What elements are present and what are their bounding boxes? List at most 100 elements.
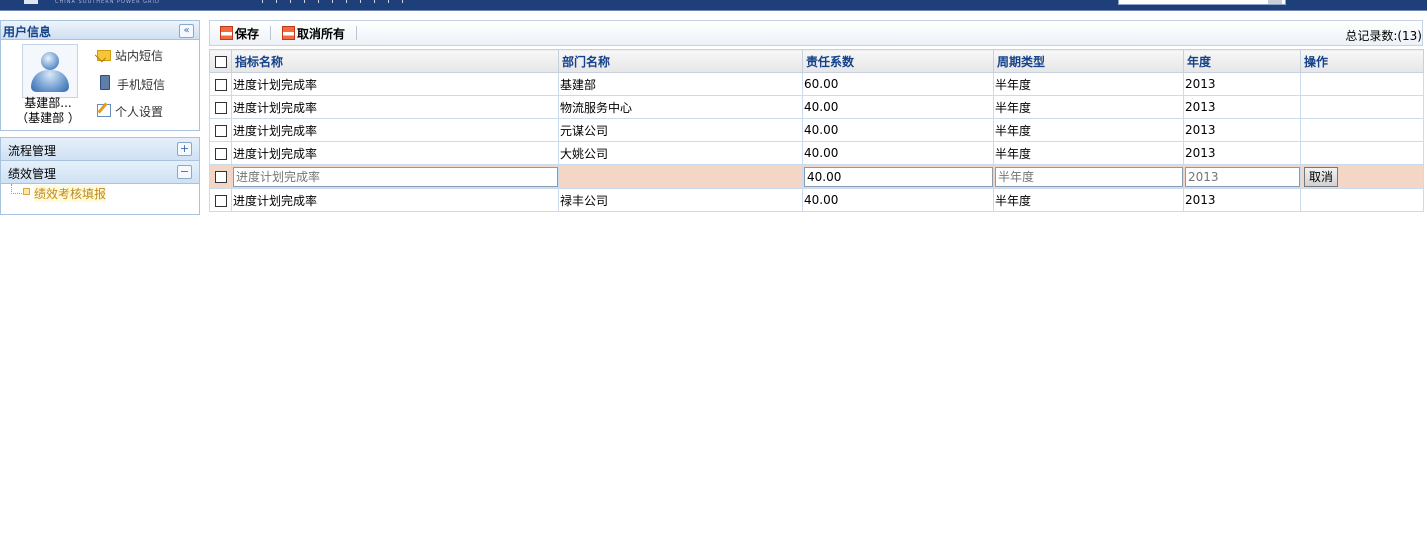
mobile-phone-icon <box>100 75 110 90</box>
toolbar-divider <box>270 26 271 40</box>
nav-process-management-label: 流程管理 <box>8 144 57 158</box>
row-checkbox[interactable] <box>214 124 227 137</box>
cell-indicator: 进度计划完成率 <box>231 118 559 142</box>
table-row[interactable]: 进度计划完成率 大姚公司 40.00 半年度 2013 <box>209 141 1424 165</box>
app-header: CHINA SOUTHERN POWER GRID <box>0 0 1427 11</box>
table-row[interactable]: 进度计划完成率 物流服务中心 40.00 半年度 2013 <box>209 95 1424 119</box>
collapse-panel-button[interactable]: « <box>179 24 194 38</box>
cell-coefficient: 60.00 <box>802 72 994 96</box>
user-name: 基建部... （基建部 ） <box>11 96 85 126</box>
col-header-year[interactable]: 年度 <box>1183 49 1301 73</box>
grid-header-row: 指标名称 部门名称 责任系数 周期类型 年度 操作 <box>209 49 1424 73</box>
editing-row[interactable]: 取消 <box>209 164 1424 189</box>
nav-performance-tree: 绩效考核填报 <box>0 184 200 215</box>
cell-operation <box>1300 72 1424 96</box>
cancel-all-button[interactable]: 取消所有 <box>282 25 345 42</box>
cell-operation-edit: 取消 <box>1300 164 1424 189</box>
edit-icon <box>97 104 111 117</box>
user-info-box: 基建部... （基建部 ） 站内短信 手机短信 个人设置 <box>0 40 200 131</box>
menu-sms[interactable]: 手机短信 <box>97 75 165 93</box>
user-name-line2: （基建部 ） <box>16 111 80 125</box>
table-row[interactable]: 进度计划完成率 禄丰公司 40.00 半年度 2013 <box>209 188 1424 212</box>
cell-coefficient: 40.00 <box>802 95 994 119</box>
row-checkbox-cell[interactable] <box>209 72 232 96</box>
select-all-checkbox[interactable] <box>209 49 232 73</box>
logo <box>24 0 38 4</box>
cell-indicator: 进度计划完成率 <box>231 95 559 119</box>
toolbar: 保存 取消所有 总记录数:(13) <box>209 20 1423 46</box>
collapse-icon[interactable]: − <box>177 165 192 179</box>
cell-year: 2013 <box>1183 188 1301 212</box>
main-content: 保存 取消所有 总记录数:(13) 指标名称 部门名称 责任系数 周期类型 年度… <box>209 20 1424 212</box>
cell-period-type: 半年度 <box>993 72 1184 96</box>
col-header-department[interactable]: 部门名称 <box>558 49 803 73</box>
col-header-coefficient[interactable]: 责任系数 <box>802 49 994 73</box>
left-panel: 用户信息 « 基建部... （基建部 ） 站内短信 手机短信 个人设置 流程管理… <box>0 20 200 215</box>
row-checkbox-cell[interactable] <box>209 141 232 165</box>
search-input[interactable] <box>1118 0 1286 5</box>
row-checkbox-cell[interactable] <box>209 188 232 212</box>
cell-coefficient: 40.00 <box>802 188 994 212</box>
top-nav[interactable] <box>262 0 412 3</box>
data-grid: 指标名称 部门名称 责任系数 周期类型 年度 操作 进度计划完成率 基建部 60… <box>209 49 1424 212</box>
cell-indicator: 进度计划完成率 <box>231 188 559 212</box>
cell-period-type-edit <box>993 164 1184 189</box>
cancel-all-icon <box>282 26 295 40</box>
row-checkbox[interactable] <box>214 171 227 183</box>
cell-operation <box>1300 118 1424 142</box>
row-checkbox[interactable] <box>214 147 227 160</box>
row-checkbox-cell[interactable] <box>209 164 232 189</box>
user-info-header: 用户信息 « <box>0 20 200 40</box>
avatar-head-icon <box>41 52 59 70</box>
cell-year: 2013 <box>1183 141 1301 165</box>
cell-department: 大姚公司 <box>558 141 803 165</box>
menu-internal-message[interactable]: 站内短信 <box>97 47 163 64</box>
cancel-edit-button[interactable]: 取消 <box>1304 166 1339 187</box>
cell-operation <box>1300 188 1424 212</box>
cancel-all-button-label: 取消所有 <box>297 27 346 41</box>
cell-coefficient-edit <box>802 164 994 189</box>
cell-coefficient: 40.00 <box>802 118 994 142</box>
user-info-title: 用户信息 <box>3 25 52 39</box>
row-checkbox[interactable] <box>214 194 227 207</box>
period-type-input[interactable] <box>995 166 1183 187</box>
avatar-body-icon <box>31 70 69 92</box>
nav-performance-management[interactable]: 绩效管理 − <box>0 161 200 184</box>
year-input[interactable] <box>1185 166 1300 187</box>
search-button[interactable] <box>1268 0 1282 4</box>
cell-department-edit <box>558 164 803 189</box>
table-row[interactable]: 进度计划完成率 元谋公司 40.00 半年度 2013 <box>209 118 1424 142</box>
user-name-line1: 基建部... <box>24 96 72 110</box>
checkbox[interactable] <box>214 55 227 68</box>
cell-department: 禄丰公司 <box>558 188 803 212</box>
cell-department: 元谋公司 <box>558 118 803 142</box>
save-button[interactable]: 保存 <box>220 25 259 42</box>
col-header-period-type[interactable]: 周期类型 <box>993 49 1184 73</box>
toolbar-divider <box>356 26 357 40</box>
nav-process-management[interactable]: 流程管理 + <box>0 137 200 161</box>
cell-coefficient: 40.00 <box>802 141 994 165</box>
indicator-input[interactable] <box>233 166 558 187</box>
table-row[interactable]: 进度计划完成率 基建部 60.00 半年度 2013 <box>209 72 1424 96</box>
row-checkbox-cell[interactable] <box>209 95 232 119</box>
cell-department: 基建部 <box>558 72 803 96</box>
cell-year: 2013 <box>1183 72 1301 96</box>
cell-period-type: 半年度 <box>993 95 1184 119</box>
avatar <box>22 44 78 98</box>
col-header-operation: 操作 <box>1300 49 1424 73</box>
cell-operation <box>1300 95 1424 119</box>
row-checkbox[interactable] <box>214 78 227 91</box>
menu-sms-label: 手机短信 <box>117 78 166 92</box>
expand-icon[interactable]: + <box>177 142 192 156</box>
coefficient-input[interactable] <box>804 166 993 187</box>
nav-item-performance-fill[interactable]: 绩效考核填报 <box>34 185 107 202</box>
cell-indicator: 进度计划完成率 <box>231 72 559 96</box>
row-checkbox[interactable] <box>214 101 227 114</box>
tree-line <box>11 184 22 194</box>
cell-indicator: 进度计划完成率 <box>231 141 559 165</box>
nav-performance-management-label: 绩效管理 <box>8 167 57 181</box>
row-checkbox-cell[interactable] <box>209 118 232 142</box>
col-header-indicator[interactable]: 指标名称 <box>231 49 559 73</box>
menu-personal-settings[interactable]: 个人设置 <box>97 103 163 120</box>
total-records: 总记录数:(13) <box>1345 29 1422 43</box>
